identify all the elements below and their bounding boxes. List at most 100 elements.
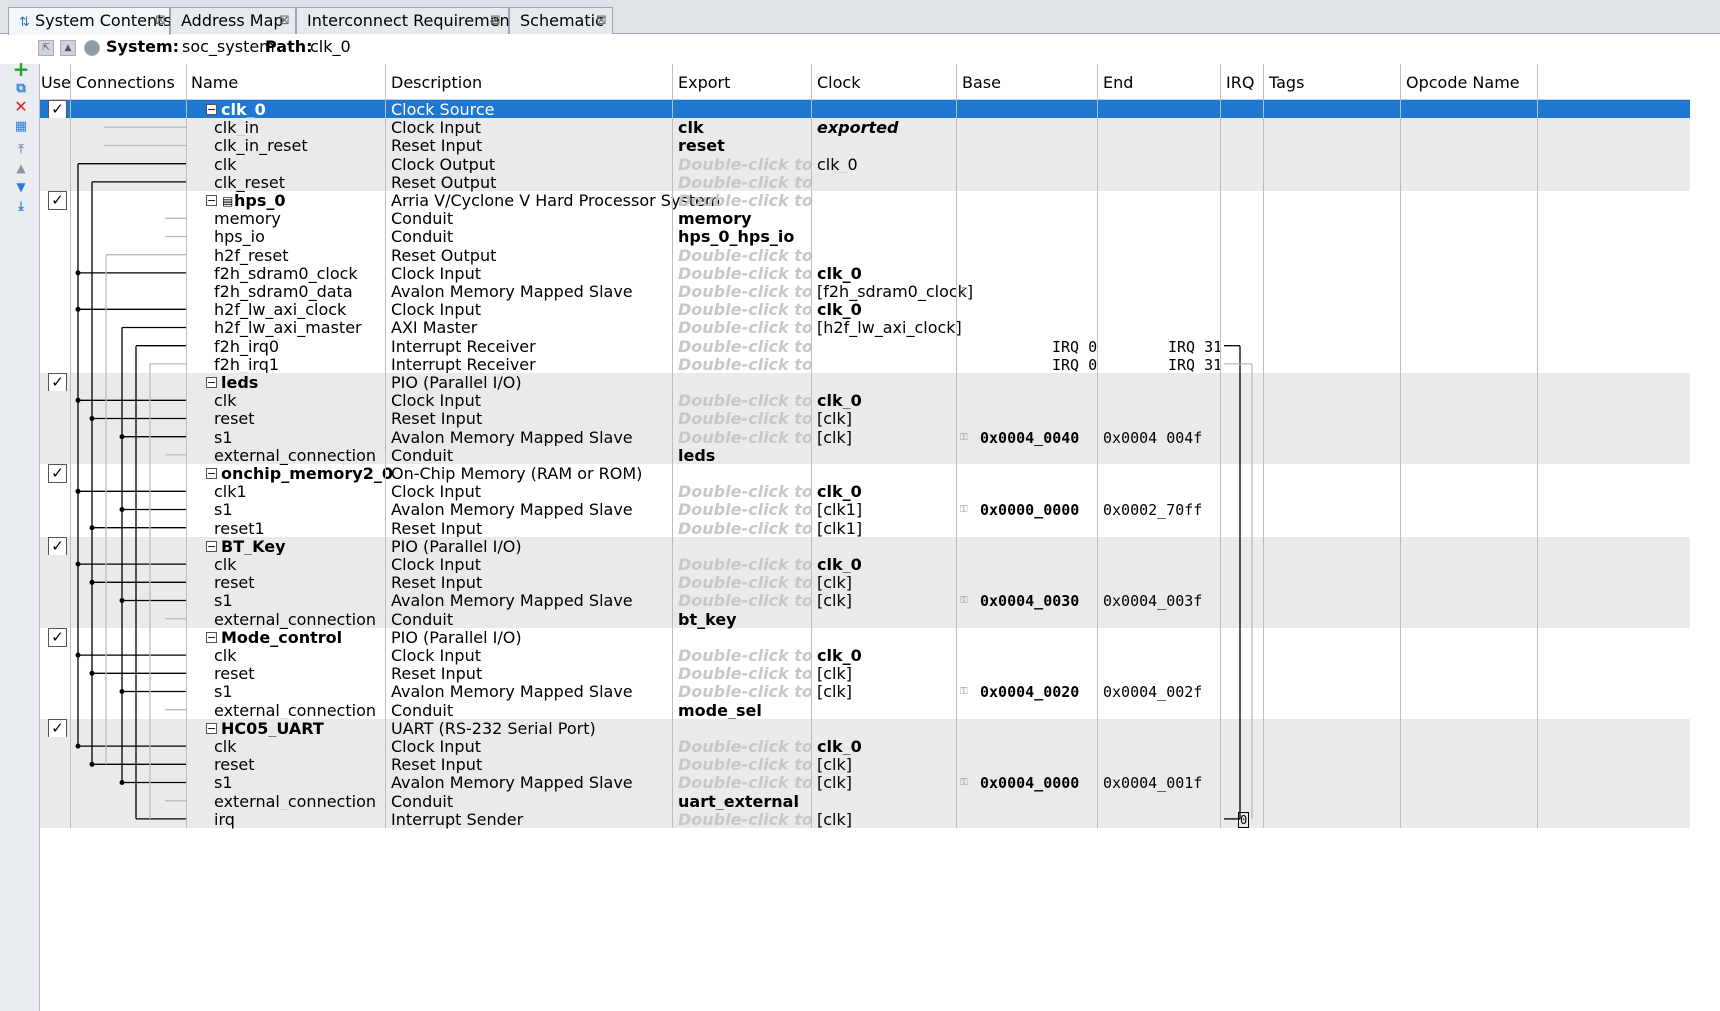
lock-icon[interactable]: ⚿ [960,774,968,792]
module-row[interactable]: ✓ − BT_Key PIO (Parallel I/O) [40,536,1690,556]
clock-cell[interactable]: clk_0 [817,264,862,283]
interface-name[interactable]: h2f_lw_axi_clock [214,301,346,319]
interface-name[interactable]: reset [214,665,255,683]
lock-icon[interactable]: ⚿ [960,283,968,301]
module-name[interactable]: Mode_control [221,628,342,647]
interface-row[interactable]: hps_io Conduit hps_0_hps_io [40,227,1690,246]
interface-name[interactable]: reset [214,574,255,592]
interface-name[interactable]: f2h_irq1 [214,355,279,374]
interface-row[interactable]: f2h_sdram0_data Avalon Memory Mapped Slav… [40,282,1690,301]
use-checkbox[interactable]: ✓ [48,100,67,119]
clock-cell[interactable]: clk_0 [817,556,862,574]
interface-name[interactable]: clk_in [214,119,259,137]
close-icon[interactable]: ⊠ [490,13,501,28]
export-placeholder[interactable]: Double-click to [678,756,813,774]
interface-row[interactable]: clk Clock Output Double-click to clk_0 [40,154,1690,174]
export-placeholder[interactable]: Double-click to [678,283,813,301]
add-icon[interactable]: + [12,59,30,79]
clock-cell[interactable]: [f2h_sdram0_clock] [817,283,973,301]
module-row[interactable]: ✓ − Mode_control PIO (Parallel I/O) [40,627,1690,647]
move-top-icon[interactable]: ⤒ [12,140,30,158]
col-end[interactable]: End [1103,73,1133,92]
export-placeholder[interactable]: Double-click to [678,683,813,701]
interface-row[interactable]: reset Reset Input Double-click to [clk] [40,409,1690,428]
interface-name[interactable]: clk [214,647,237,665]
clock-cell[interactable]: [clk] [817,810,852,829]
clock-cell[interactable]: [clk] [817,574,852,592]
interface-row[interactable]: s1 Avalon Memory Mapped Slave Double-click… [40,773,1690,792]
module-name[interactable]: clk_0 [221,101,266,119]
clock-cell[interactable]: clk_0 [817,155,858,174]
interface-name[interactable]: clk_in_reset [214,137,308,155]
interface-name[interactable]: s1 [214,592,233,610]
base-address[interactable]: 0x0004_0020 [980,683,1079,701]
interface-row[interactable]: external_connection Conduit bt_key [40,609,1690,629]
collapse-toggle-icon[interactable]: − [206,722,217,734]
collapse-toggle-icon[interactable]: − [206,104,217,115]
interface-row[interactable]: clk Clock Input Double-click to clk_0 [40,646,1690,665]
interface-name[interactable]: reset [214,410,255,428]
use-checkbox[interactable]: ✓ [48,464,67,483]
export-placeholder[interactable]: Double-click to [678,665,813,683]
interface-row[interactable]: clk_in Clock Input clk exported [40,118,1690,137]
interface-name[interactable]: clk [214,155,237,174]
clock-cell[interactable]: [clk] [817,410,852,428]
lock-icon[interactable]: ⚿ [960,501,968,519]
export-cell[interactable]: memory [678,210,752,228]
remove-icon[interactable]: ✕ [12,98,30,116]
clock-cell[interactable]: [clk1] [817,519,862,538]
move-up-icon[interactable]: ▲ [12,159,30,177]
export-placeholder[interactable]: Double-click to [678,428,813,447]
close-icon[interactable]: ⊠ [596,13,607,28]
col-export[interactable]: Export [678,73,730,92]
export-placeholder[interactable]: Double-click to [678,501,813,519]
interface-row[interactable]: s1 Avalon Memory Mapped Slave Double-click… [40,591,1690,610]
clock-cell[interactable]: clk_0 [817,301,862,319]
export-cell[interactable]: mode_sel [678,701,762,720]
clock-cell[interactable]: [h2f_lw_axi_clock] [817,319,962,337]
base-address[interactable]: 0x0004_0040 [980,429,1079,447]
export-placeholder[interactable]: Double-click to [678,337,813,356]
interface-name[interactable]: clk [214,392,237,410]
interface-row[interactable]: s1 Avalon Memory Mapped Slave Double-click… [40,427,1690,447]
export-placeholder[interactable]: Double-click to [678,774,813,792]
interface-name[interactable]: f2h_sdram0_clock [214,264,358,283]
col-connections[interactable]: Connections [76,73,175,92]
export-placeholder[interactable]: Double-click to [678,519,813,538]
clock-cell[interactable]: [clk] [817,756,852,774]
interface-row[interactable]: f2h_irq1 Interrupt Receiver Double-click t… [40,355,1690,374]
module-name[interactable]: onchip_memory2_0 [221,465,393,483]
col-use[interactable]: Use [41,73,71,92]
lock-icon[interactable]: ⚿ [960,683,968,701]
module-name[interactable]: leds [221,374,258,392]
col-opcode-name[interactable]: Opcode Name [1406,73,1520,92]
module-row[interactable]: ✓ − leds PIO (Parallel I/O) [40,373,1690,392]
interface-row[interactable]: external_connection Conduit leds [40,445,1690,465]
interface-row[interactable]: external_connection Conduit mode_sel [40,701,1690,719]
module-name[interactable]: BT_Key [221,537,286,556]
interface-row[interactable]: s1 Avalon Memory Mapped Slave Double-click… [40,682,1690,702]
collapse-all-icon[interactable]: ⇱ [38,40,54,56]
interface-name[interactable]: memory [214,210,281,228]
interface-name[interactable]: external_connection [214,610,376,629]
col-description[interactable]: Description [391,73,482,92]
interface-name[interactable]: external_connection [214,446,376,465]
clock-cell[interactable]: [clk1] [817,501,862,519]
interface-row[interactable]: reset Reset Input Double-click to [clk] [40,664,1690,683]
module-row[interactable]: ✓ − HC05_UART UART (RS-232 Serial Port) [40,718,1690,738]
interface-row[interactable]: f2h_irq0 Interrupt Receiver Double-click t… [40,337,1690,356]
export-placeholder[interactable]: Double-click to [678,155,813,174]
interface-row[interactable]: reset Reset Input Double-click to [clk] [40,755,1690,774]
clock-cell[interactable]: [clk] [817,774,852,792]
collapse-toggle-icon[interactable]: − [206,377,217,388]
interface-name[interactable]: s1 [214,683,233,701]
interface-row[interactable]: clk Clock Input Double-click to clk_0 [40,391,1690,410]
module-row[interactable]: ✓ − onchip_memory2_0 On-Chip Memory (RAM or… [40,464,1690,483]
export-placeholder[interactable]: Double-click to [678,192,813,210]
interface-name[interactable]: s1 [214,501,233,519]
col-tags[interactable]: Tags [1269,73,1304,92]
interface-name[interactable]: irq [214,810,235,829]
col-base[interactable]: Base [962,73,1001,92]
interface-row[interactable]: memory Conduit memory [40,209,1690,228]
interface-name[interactable]: hps_io [214,228,265,246]
